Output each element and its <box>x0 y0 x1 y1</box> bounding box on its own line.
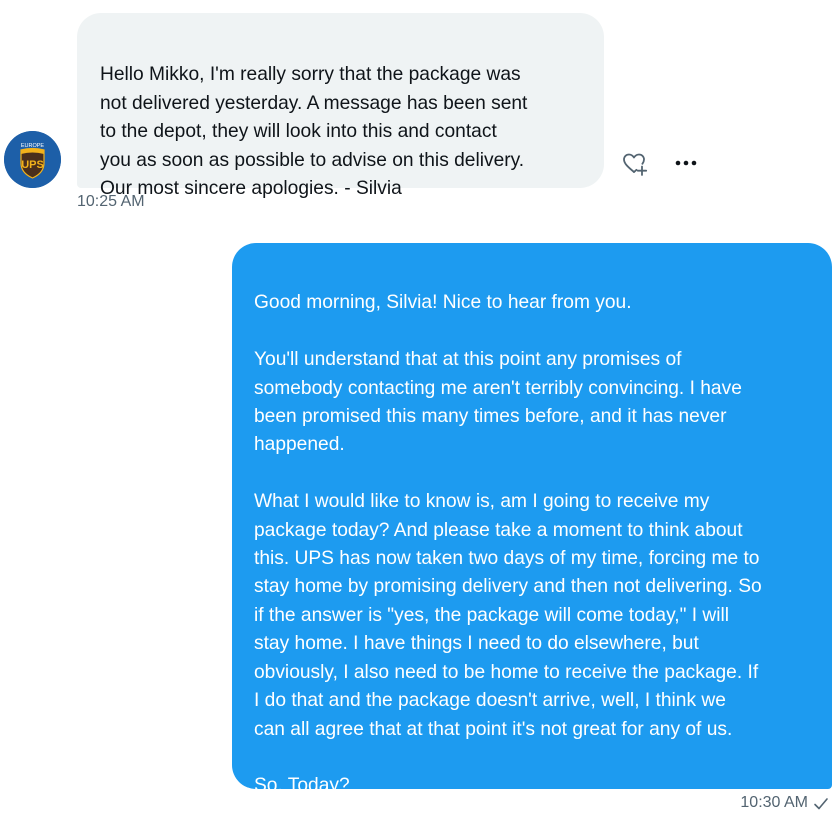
checkmark-icon <box>814 798 828 810</box>
react-button[interactable] <box>620 149 650 179</box>
react-icon <box>623 153 648 176</box>
ups-logo-text: UPS <box>21 159 44 171</box>
incoming-message-text: Hello Mikko, I'm really sorry that the p… <box>100 64 528 200</box>
incoming-timestamp: 10:25 AM <box>77 193 145 210</box>
outgoing-message-bubble[interactable]: Good morning, Silvia! Nice to hear from … <box>232 243 832 796</box>
outgoing-timestamp: 10:30 AM <box>740 794 808 811</box>
more-icon <box>675 160 697 166</box>
more-options-button[interactable] <box>672 150 700 176</box>
incoming-message-bubble[interactable]: Hello Mikko, I'm really sorry that the p… <box>77 13 604 199</box>
outgoing-message-text: Good morning, Silvia! Nice to hear from … <box>254 292 762 797</box>
ups-avatar[interactable]: EUROPE UPS <box>4 131 61 188</box>
